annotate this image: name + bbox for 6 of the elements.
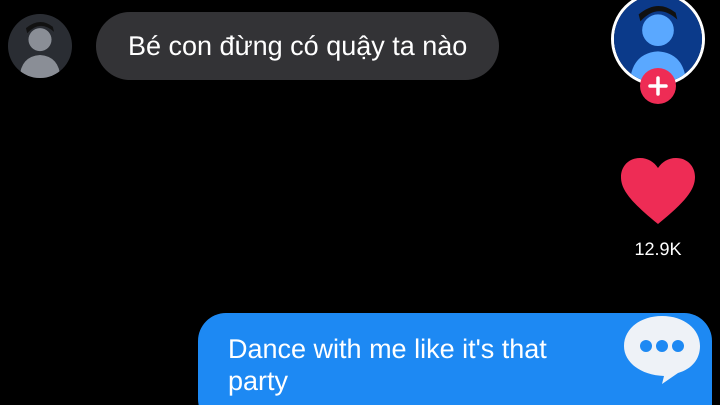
outgoing-message: Dance with me like it's that party xyxy=(198,313,712,405)
heart-icon[interactable] xyxy=(621,158,695,224)
follow-plus-icon[interactable] xyxy=(640,68,676,104)
comment-icon[interactable] xyxy=(622,314,702,386)
incoming-message: Bé con đừng có quậy ta nào xyxy=(96,12,500,80)
like-count: 12.9K xyxy=(634,238,682,261)
